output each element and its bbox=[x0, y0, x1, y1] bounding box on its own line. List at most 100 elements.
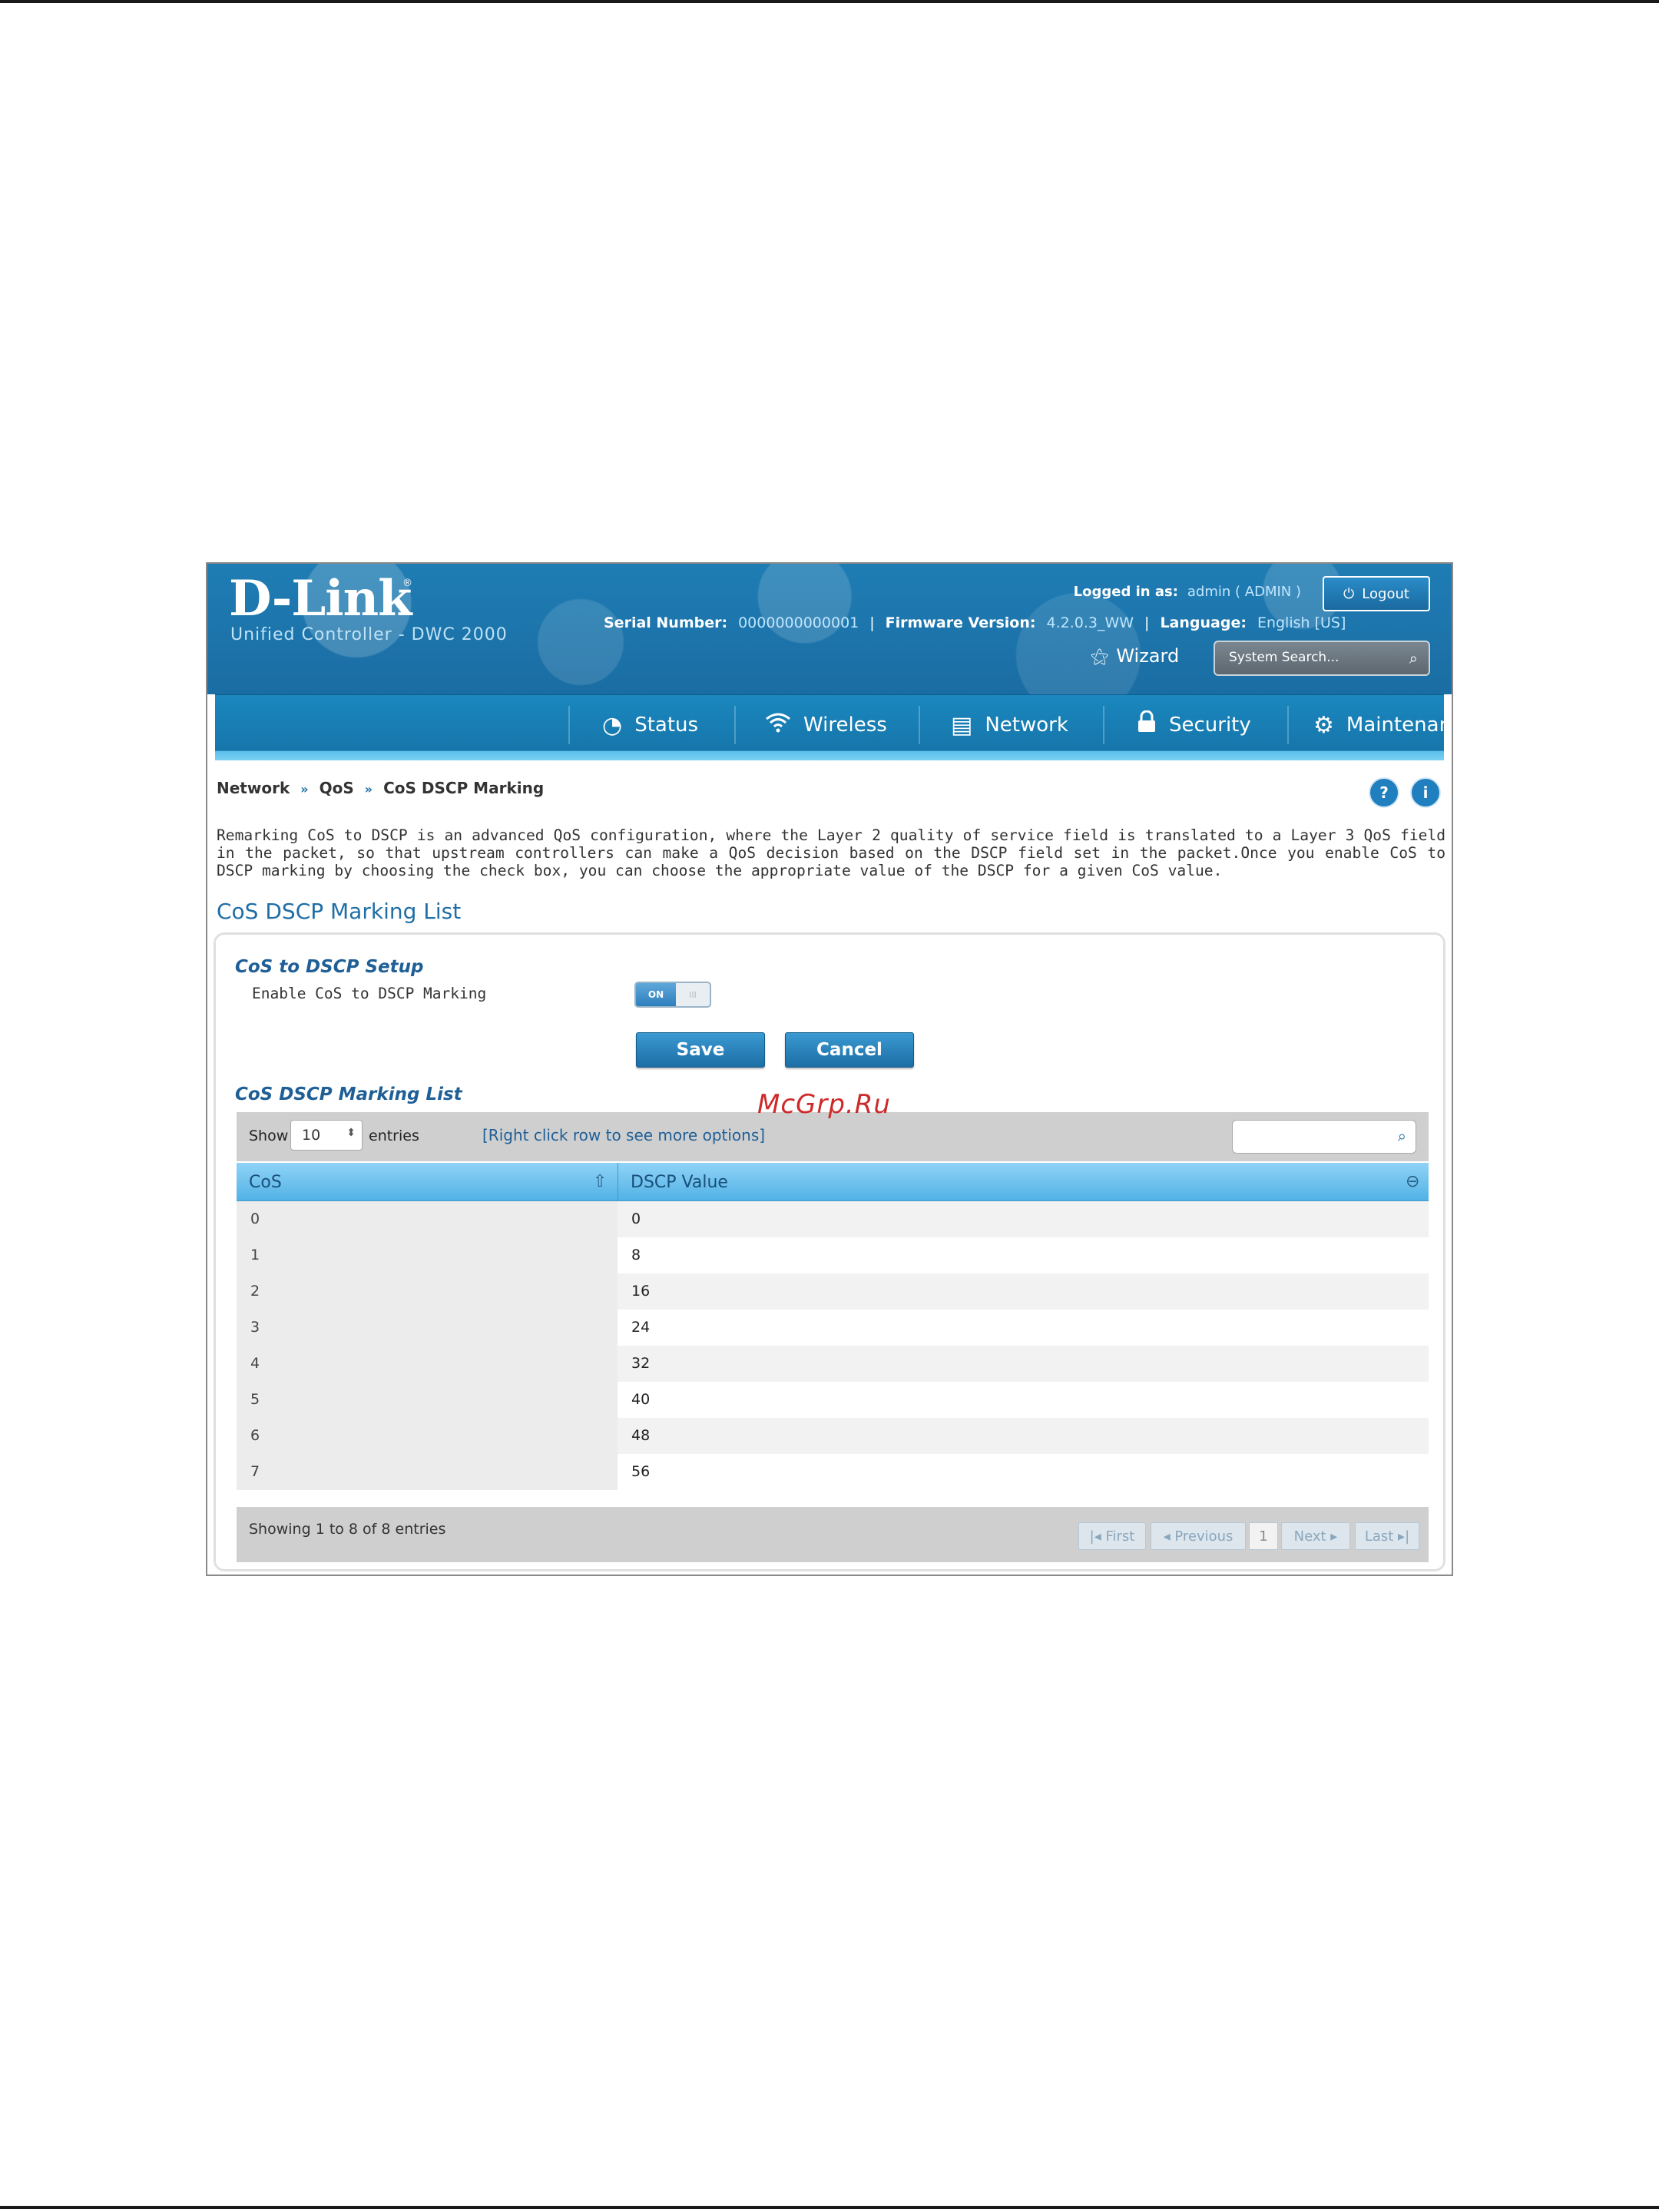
page-size-value: 10 bbox=[302, 1127, 321, 1144]
enable-marking-toggle[interactable]: ON III bbox=[634, 982, 711, 1008]
help-button[interactable]: ? bbox=[1369, 777, 1399, 808]
cell-cos: 5 bbox=[237, 1382, 618, 1418]
system-search-input[interactable]: System Search... ⌕ bbox=[1214, 641, 1430, 676]
nav-separator bbox=[1103, 706, 1104, 744]
device-info: Serial Number: 0000000000001 | Firmware … bbox=[604, 614, 1346, 631]
table-row[interactable]: 2 16 bbox=[237, 1273, 1429, 1310]
nav-separator bbox=[568, 706, 570, 744]
table-row[interactable]: 4 32 bbox=[237, 1346, 1429, 1382]
cell-cos: 0 bbox=[237, 1201, 618, 1237]
previous-page-label: Previous bbox=[1174, 1528, 1233, 1545]
right-click-hint: [Right click row to see more options] bbox=[482, 1126, 766, 1144]
enable-marking-label: Enable CoS to DSCP Marking bbox=[252, 985, 487, 1002]
cell-dscp: 48 bbox=[618, 1418, 1429, 1454]
previous-page-icon: ◂ bbox=[1163, 1528, 1175, 1545]
table-row[interactable]: 6 48 bbox=[237, 1418, 1429, 1454]
cell-cos: 4 bbox=[237, 1346, 618, 1382]
page-size-select[interactable]: 10 ⬍ bbox=[290, 1120, 363, 1151]
cancel-button[interactable]: Cancel bbox=[785, 1032, 914, 1068]
lock-icon bbox=[1137, 710, 1157, 740]
page-number-current[interactable]: 1 bbox=[1249, 1522, 1278, 1550]
cell-dscp: 32 bbox=[618, 1346, 1429, 1382]
showing-entries-text: Showing 1 to 8 of 8 entries bbox=[249, 1521, 446, 1538]
next-page-icon: ▸ bbox=[1326, 1528, 1338, 1545]
breadcrumb-separator: » bbox=[364, 782, 373, 796]
table-search-input[interactable]: ⌕ bbox=[1232, 1120, 1416, 1154]
page-title: CoS DSCP Marking List bbox=[217, 899, 462, 924]
page-top-rule bbox=[0, 0, 1659, 3]
logout-label: Logout bbox=[1362, 585, 1409, 602]
product-subtitle: Unified Controller - DWC 2000 bbox=[230, 625, 508, 644]
power-icon: ⏻ bbox=[1343, 585, 1355, 602]
next-page-button[interactable]: Next ▸ bbox=[1281, 1522, 1350, 1550]
nav-label: Wireless bbox=[803, 714, 887, 737]
language-label: Language: bbox=[1160, 614, 1247, 631]
logged-in-user: admin ( ADMIN ) bbox=[1187, 584, 1301, 600]
wizard-link[interactable]: ⚝ Wizard bbox=[1091, 645, 1179, 667]
nav-separator bbox=[919, 706, 920, 744]
cell-cos: 2 bbox=[237, 1273, 618, 1310]
table-row[interactable]: 0 0 bbox=[237, 1201, 1429, 1237]
search-placeholder: System Search... bbox=[1229, 650, 1339, 665]
cell-dscp: 8 bbox=[618, 1237, 1429, 1273]
previous-page-button[interactable]: ◂ Previous bbox=[1151, 1522, 1246, 1550]
column-header-label: DSCP Value bbox=[631, 1172, 728, 1192]
sort-toggle-icon[interactable]: ⊖ bbox=[1406, 1172, 1419, 1191]
entries-label: entries bbox=[369, 1128, 419, 1144]
nav-label: Network bbox=[985, 714, 1068, 737]
table-row[interactable]: 5 40 bbox=[237, 1382, 1429, 1418]
breadcrumb-separator: » bbox=[300, 782, 309, 796]
serial-label: Serial Number: bbox=[604, 614, 728, 631]
nav-label: Maintenance bbox=[1346, 714, 1452, 737]
wifi-icon bbox=[765, 711, 791, 739]
nav-label: Security bbox=[1169, 714, 1251, 737]
dlink-logo: D-Link bbox=[229, 570, 412, 628]
nav-item-maintenance[interactable]: ⚙ Maintenance bbox=[1313, 695, 1452, 755]
nav-item-status[interactable]: ◔ Status bbox=[602, 695, 698, 755]
app-window: D-Link ® Unified Controller - DWC 2000 L… bbox=[206, 562, 1453, 1576]
logged-in-label: Logged in as: bbox=[1073, 584, 1178, 600]
table-row[interactable]: 7 56 bbox=[237, 1454, 1429, 1490]
search-icon[interactable]: ⌕ bbox=[1409, 649, 1418, 667]
serial-value: 0000000000001 bbox=[738, 614, 859, 631]
table-row[interactable]: 1 8 bbox=[237, 1237, 1429, 1273]
logout-button[interactable]: ⏻ Logout bbox=[1323, 576, 1430, 611]
sort-up-icon[interactable]: ⇧ bbox=[593, 1172, 607, 1191]
breadcrumb-qos[interactable]: QoS bbox=[320, 779, 354, 797]
watermark-text: McGrp.Ru bbox=[757, 1089, 891, 1120]
gears-icon: ⚙ bbox=[1313, 711, 1334, 739]
show-label: Show bbox=[249, 1128, 289, 1144]
table-header: CoS ⇧ DSCP Value ⊖ bbox=[237, 1163, 1429, 1201]
wizard-label: Wizard bbox=[1116, 645, 1180, 667]
last-page-button[interactable]: Last ▸| bbox=[1355, 1522, 1419, 1550]
column-header-cos[interactable]: CoS bbox=[237, 1163, 618, 1201]
last-page-icon: ▸| bbox=[1393, 1528, 1410, 1545]
last-page-label: Last bbox=[1364, 1528, 1394, 1545]
setup-section-title: CoS to DSCP Setup bbox=[235, 957, 424, 977]
wand-icon: ⚝ bbox=[1091, 645, 1109, 667]
info-button[interactable]: i bbox=[1410, 777, 1441, 808]
cell-dscp: 40 bbox=[618, 1382, 1429, 1418]
first-page-label: First bbox=[1105, 1528, 1135, 1545]
save-button[interactable]: Save bbox=[636, 1032, 765, 1068]
main-nav: ◔ Status Wireless ▤ Network Security ⚙ M… bbox=[215, 694, 1452, 760]
firmware-label: Firmware Version: bbox=[885, 614, 1036, 631]
nav-item-wireless[interactable]: Wireless bbox=[765, 695, 887, 755]
breadcrumb-current: CoS DSCP Marking bbox=[383, 779, 545, 797]
nav-item-network[interactable]: ▤ Network bbox=[951, 695, 1068, 755]
app-header: D-Link ® Unified Controller - DWC 2000 L… bbox=[207, 564, 1452, 694]
language-link[interactable]: English [US] bbox=[1257, 614, 1346, 631]
breadcrumb-network[interactable]: Network bbox=[217, 779, 290, 797]
gauge-icon: ◔ bbox=[602, 711, 623, 739]
table-row[interactable]: 3 24 bbox=[237, 1310, 1429, 1346]
nav-label: Status bbox=[634, 714, 699, 737]
cell-cos: 6 bbox=[237, 1418, 618, 1454]
search-icon[interactable]: ⌕ bbox=[1398, 1127, 1406, 1145]
cell-dscp: 56 bbox=[618, 1454, 1429, 1490]
first-page-button[interactable]: |◂ First bbox=[1078, 1522, 1146, 1550]
nav-item-security[interactable]: Security bbox=[1137, 695, 1251, 755]
cell-dscp: 0 bbox=[618, 1201, 1429, 1237]
column-header-dscp[interactable]: DSCP Value bbox=[618, 1163, 1429, 1201]
table-footer: Showing 1 to 8 of 8 entries |◂ First ◂ P… bbox=[237, 1507, 1429, 1562]
next-page-label: Next bbox=[1293, 1528, 1326, 1545]
